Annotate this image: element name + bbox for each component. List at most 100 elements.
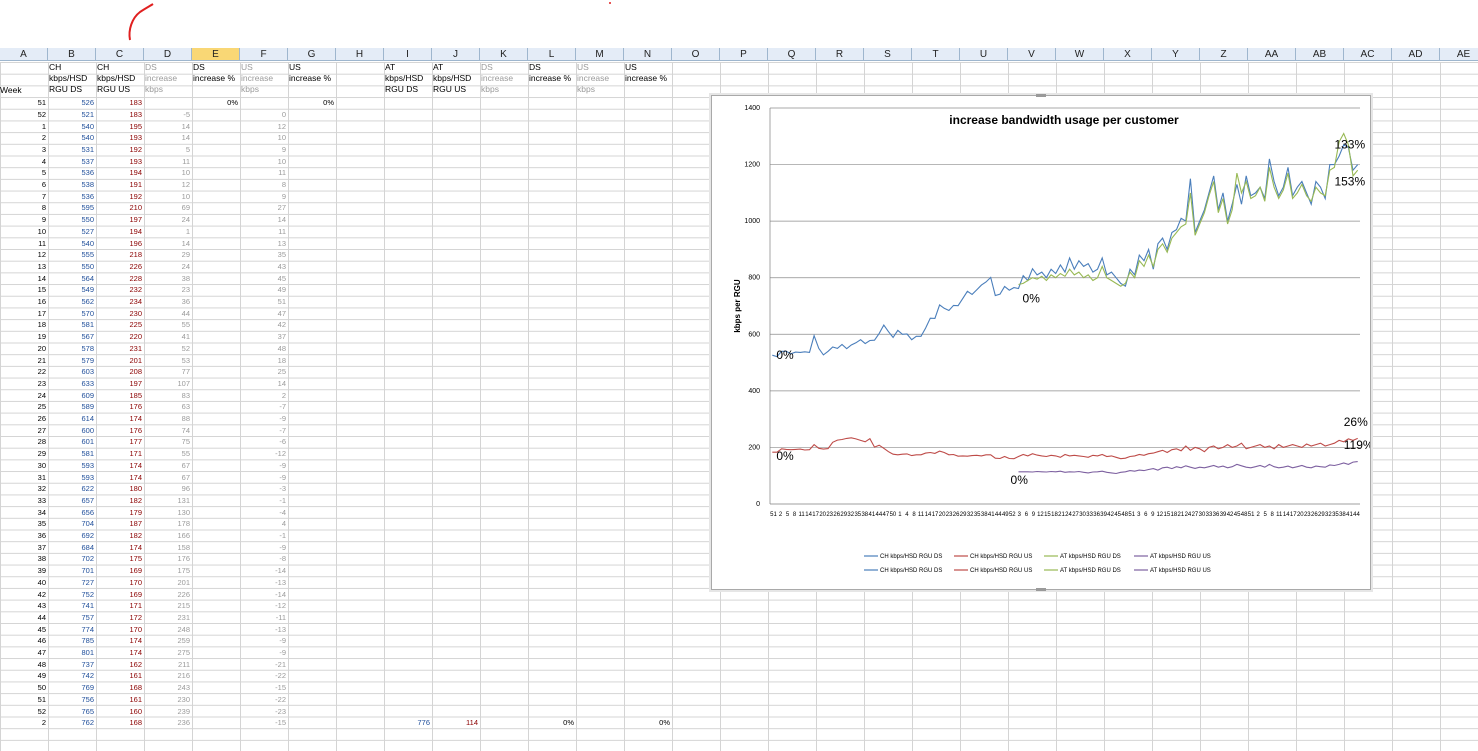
cell-us-increase[interactable]: 10: [241, 156, 286, 167]
cell-us-increase[interactable]: -7: [241, 401, 286, 412]
cell-ch-us[interactable]: 169: [97, 589, 142, 600]
column-header-ad[interactable]: AD: [1392, 48, 1440, 61]
cell-ds-increase[interactable]: 38: [145, 273, 190, 284]
cell-ch-ds[interactable]: 765: [49, 706, 94, 717]
cell-ch-us[interactable]: 174: [97, 542, 142, 553]
cell-ch-ds[interactable]: 752: [49, 589, 94, 600]
cell-ds-increase[interactable]: 29: [145, 249, 190, 260]
cell-us-increase[interactable]: -13: [241, 577, 286, 588]
cell-week[interactable]: 4: [1, 156, 46, 167]
cell-ch-ds[interactable]: 579: [49, 355, 94, 366]
cell-ch-us[interactable]: 201: [97, 355, 142, 366]
cell-ch-ds[interactable]: 549: [49, 284, 94, 295]
cell-us-increase[interactable]: 12: [241, 121, 286, 132]
column-header-aa[interactable]: AA: [1248, 48, 1296, 61]
column-header-t[interactable]: T: [912, 48, 960, 61]
cell-ds-increase[interactable]: 211: [145, 659, 190, 670]
cell-us-increase[interactable]: 27: [241, 202, 286, 213]
cell-ch-us[interactable]: 171: [97, 448, 142, 459]
cell-ds-increase[interactable]: 239: [145, 706, 190, 717]
cell-ch-us[interactable]: 228: [97, 273, 142, 284]
cell-ds-increase[interactable]: 67: [145, 472, 190, 483]
cell-week[interactable]: 1: [1, 121, 46, 132]
column-header-r[interactable]: R: [816, 48, 864, 61]
cell-ds-increase[interactable]: 10: [145, 191, 190, 202]
cell-ch-us[interactable]: 171: [97, 600, 142, 611]
cell-ds-increase[interactable]: 130: [145, 507, 190, 518]
cell-ch-us[interactable]: 162: [97, 659, 142, 670]
cell-ch-us[interactable]: 179: [97, 507, 142, 518]
cell-us-increase[interactable]: 13: [241, 238, 286, 249]
header-m[interactable]: US increase kbps: [577, 62, 622, 96]
cell-week[interactable]: 15: [1, 284, 46, 295]
cell-ch-us[interactable]: 183: [97, 97, 142, 108]
cell-us-increase[interactable]: 11: [241, 167, 286, 178]
cell-week[interactable]: 29: [1, 448, 46, 459]
column-header-ab[interactable]: AB: [1296, 48, 1344, 61]
cell-ch-us[interactable]: 161: [97, 694, 142, 705]
cell-ch-us[interactable]: 174: [97, 413, 142, 424]
cell-ds-increase[interactable]: 41: [145, 331, 190, 342]
cell-ch-us[interactable]: 234: [97, 296, 142, 307]
cell-week[interactable]: 6: [1, 179, 46, 190]
cell-ds-increase[interactable]: 158: [145, 542, 190, 553]
cell-ch-us[interactable]: 174: [97, 472, 142, 483]
cell-ds-increase[interactable]: 231: [145, 612, 190, 623]
cell-ds-increase[interactable]: 55: [145, 448, 190, 459]
cell-ds-increase[interactable]: 175: [145, 565, 190, 576]
header-n[interactable]: US increase %: [625, 62, 670, 96]
cell-ds-increase[interactable]: 236: [145, 717, 190, 728]
cell-us-increase[interactable]: -9: [241, 460, 286, 471]
cell-ch-us[interactable]: 210: [97, 202, 142, 213]
column-header-k[interactable]: K: [480, 48, 528, 61]
cell-ds-increase[interactable]: 67: [145, 460, 190, 471]
cell-ch-us[interactable]: 168: [97, 717, 142, 728]
header-week[interactable]: Week: [0, 85, 45, 96]
cell-ch-ds[interactable]: 540: [49, 238, 94, 249]
header-c[interactable]: CH kbps/HSD RGU US: [97, 62, 142, 96]
column-header-f[interactable]: F: [240, 48, 288, 61]
cell-week[interactable]: 38: [1, 553, 46, 564]
cell-ch-ds[interactable]: 692: [49, 530, 94, 541]
cell-week[interactable]: 46: [1, 635, 46, 646]
cell-week[interactable]: 35: [1, 518, 46, 529]
cell-ds-increase[interactable]: 74: [145, 425, 190, 436]
header-d[interactable]: DS increase kbps: [145, 62, 190, 96]
column-header-p[interactable]: P: [720, 48, 768, 61]
cell-week[interactable]: 45: [1, 624, 46, 635]
cell-ch-us[interactable]: 161: [97, 670, 142, 681]
cell-ds-increase[interactable]: 215: [145, 600, 190, 611]
cell-ds-increase[interactable]: 14: [145, 238, 190, 249]
cell-week[interactable]: 17: [1, 308, 46, 319]
cell-ch-ds[interactable]: 521: [49, 109, 94, 120]
cell-ch-ds[interactable]: 538: [49, 179, 94, 190]
cell-ch-us[interactable]: 195: [97, 121, 142, 132]
cell-ch-us[interactable]: 192: [97, 144, 142, 155]
cell-at-ds-pct[interactable]: 0%: [529, 717, 574, 728]
cell-ds-increase[interactable]: 14: [145, 132, 190, 143]
cell-ch-us[interactable]: 194: [97, 226, 142, 237]
cell-ds-increase[interactable]: 53: [145, 355, 190, 366]
column-header-v[interactable]: V: [1008, 48, 1056, 61]
cell-ch-us[interactable]: 193: [97, 156, 142, 167]
cell-us-increase[interactable]: 0: [241, 109, 286, 120]
cell-ds-increase[interactable]: 75: [145, 436, 190, 447]
cell-ch-us[interactable]: 230: [97, 308, 142, 319]
cell-ds-increase[interactable]: 96: [145, 483, 190, 494]
column-header-ae[interactable]: AE: [1440, 48, 1478, 61]
cell-ch-us[interactable]: 175: [97, 553, 142, 564]
cell-ch-ds[interactable]: 581: [49, 319, 94, 330]
cell-us-increase[interactable]: -1: [241, 530, 286, 541]
cell-week[interactable]: 21: [1, 355, 46, 366]
cell-ch-ds[interactable]: 531: [49, 144, 94, 155]
column-header-i[interactable]: I: [384, 48, 432, 61]
cell-ds-increase[interactable]: 275: [145, 647, 190, 658]
cell-ds-increase[interactable]: 88: [145, 413, 190, 424]
cell-week[interactable]: 14: [1, 273, 46, 284]
cell-us-increase[interactable]: 4: [241, 518, 286, 529]
cell-ds-increase[interactable]: 44: [145, 308, 190, 319]
cell-us-increase[interactable]: 9: [241, 191, 286, 202]
cell-ch-ds[interactable]: 609: [49, 390, 94, 401]
cell-ch-us[interactable]: 176: [97, 401, 142, 412]
cell-ch-ds[interactable]: 537: [49, 156, 94, 167]
